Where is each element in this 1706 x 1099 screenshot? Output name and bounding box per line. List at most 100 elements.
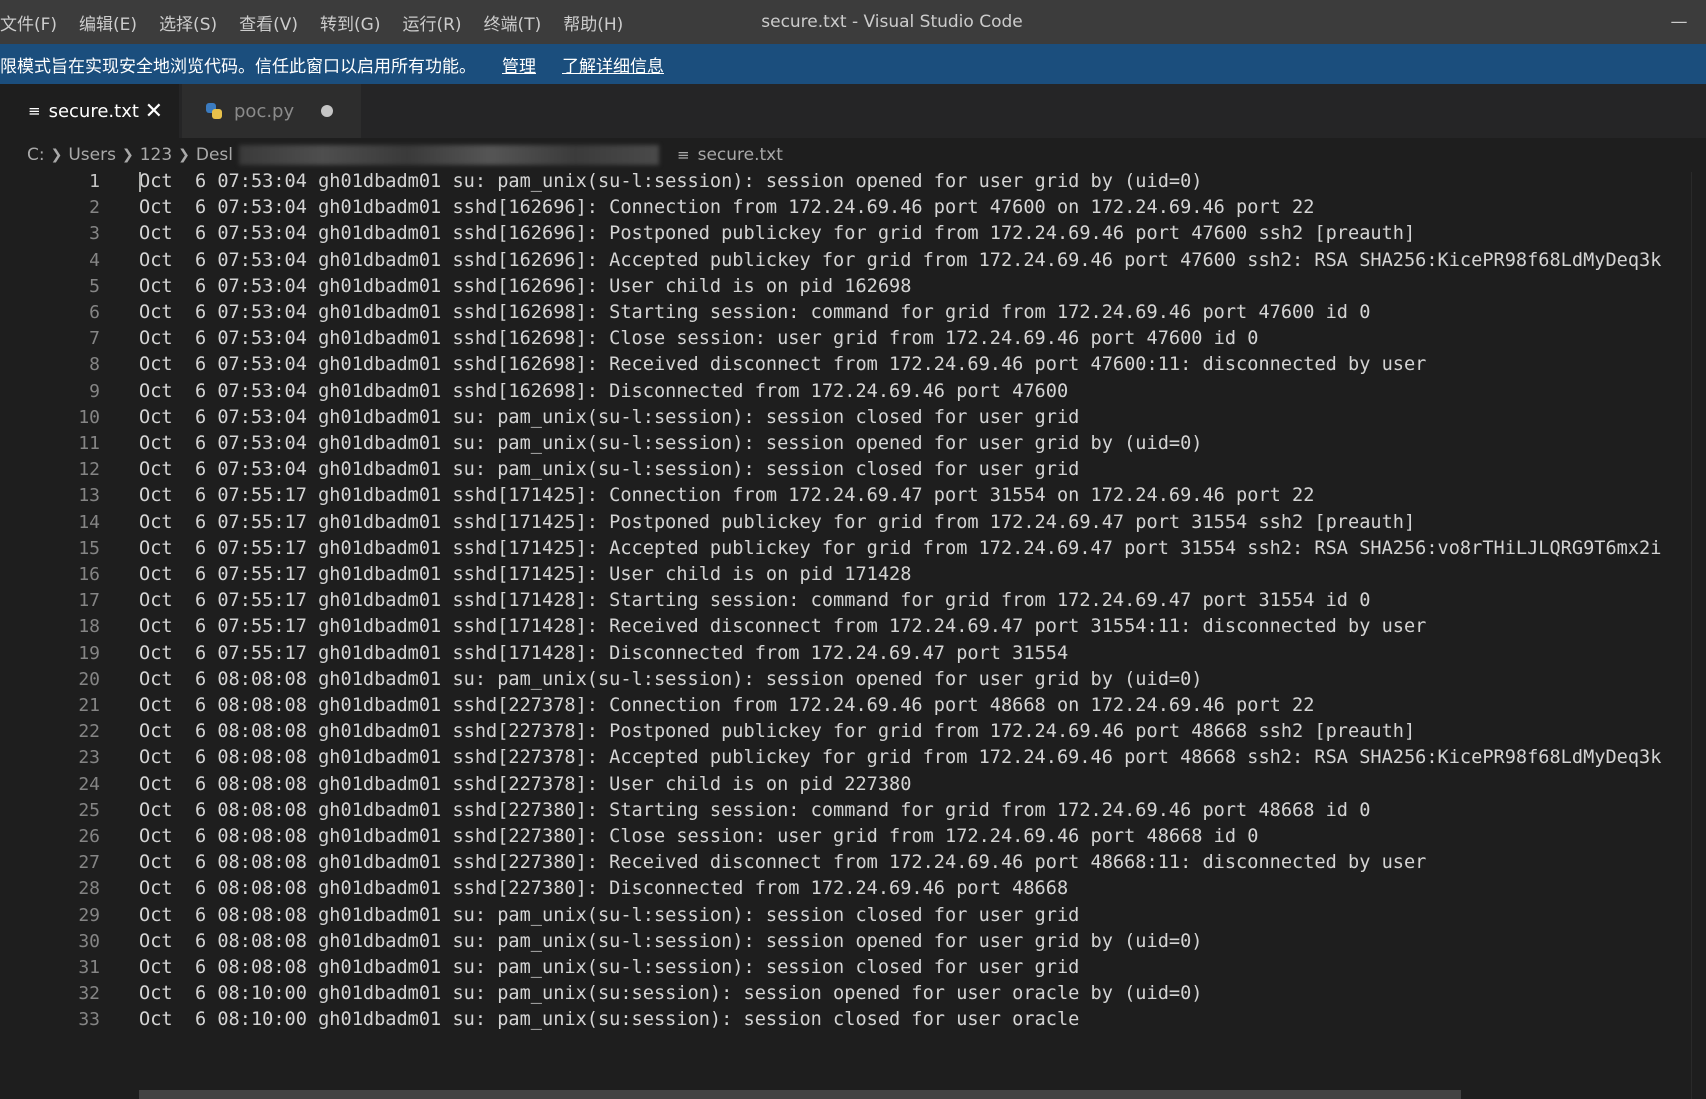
line-text: Oct 6 08:08:08 gh01dbadm01 sshd[227380]:… [139, 878, 1069, 900]
text-cursor [139, 172, 141, 193]
menu-go[interactable]: 转到(G) [309, 0, 391, 44]
code-line[interactable]: 20 Oct 6 08:08:08 gh01dbadm01 su: pam_uni… [0, 667, 1706, 693]
menu-terminal[interactable]: 终端(T) [473, 0, 553, 44]
line-text: Oct 6 08:08:08 gh01dbadm01 su: pam_unix(… [139, 930, 1203, 952]
tab-label: secure.txt [48, 100, 139, 122]
code-line[interactable]: 27 Oct 6 08:08:08 gh01dbadm01 sshd[227380… [0, 850, 1706, 876]
line-text: Oct 6 07:55:17 gh01dbadm01 sshd[171425]:… [139, 511, 1416, 533]
line-text: Oct 6 07:55:17 gh01dbadm01 sshd[171425]:… [139, 564, 912, 585]
breadcrumb-file[interactable]: secure.txt [698, 145, 783, 165]
code-line[interactable]: 5 Oct 6 07:53:04 gh01dbadm01 sshd[162696]… [0, 274, 1706, 300]
code-line[interactable]: 18 Oct 6 07:55:17 gh01dbadm01 sshd[171428… [0, 614, 1706, 640]
line-number: 21 [78, 695, 100, 716]
line-number: 16 [78, 564, 100, 585]
line-text: Oct 6 07:53:04 gh01dbadm01 su: pam_unix(… [139, 172, 1203, 192]
code-line[interactable]: 22 Oct 6 08:08:08 gh01dbadm01 sshd[227378… [0, 719, 1706, 745]
breadcrumb-user-folder[interactable]: 123 [140, 145, 172, 165]
learn-more-link[interactable]: 了解详细信息 [562, 52, 664, 77]
code-line[interactable]: 12 Oct 6 07:53:04 gh01dbadm01 su: pam_uni… [0, 457, 1706, 483]
line-number: 22 [78, 721, 100, 743]
line-number: 10 [78, 406, 100, 428]
line-number: 20 [78, 668, 100, 690]
tab-secure-txt[interactable]: ≡ secure.txt ✕ [0, 84, 179, 138]
code-line[interactable]: 31 Oct 6 08:08:08 gh01dbadm01 su: pam_uni… [0, 955, 1706, 981]
line-number: 15 [78, 537, 100, 559]
menu-selection[interactable]: 选择(S) [148, 0, 228, 44]
line-text: Oct 6 07:53:04 gh01dbadm01 sshd[162698]:… [139, 380, 1069, 402]
code-line[interactable]: 30 Oct 6 08:08:08 gh01dbadm01 su: pam_uni… [0, 929, 1706, 955]
line-number: 4 [89, 249, 100, 271]
code-line[interactable]: 13 Oct 6 07:55:17 gh01dbadm01 sshd[171425… [0, 483, 1706, 509]
code-line[interactable]: 29 Oct 6 08:08:08 gh01dbadm01 su: pam_uni… [0, 903, 1706, 929]
menu-run[interactable]: 运行(R) [391, 0, 472, 44]
editor-pane[interactable]: 1 Oct 6 07:53:04 gh01dbadm01 su: pam_unix… [0, 172, 1706, 1099]
horizontal-scrollbar-thumb[interactable] [139, 1090, 1461, 1099]
line-text: Oct 6 08:08:08 gh01dbadm01 su: pam_unix(… [139, 957, 1080, 978]
python-icon [206, 103, 222, 119]
code-line[interactable]: 6 Oct 6 07:53:04 gh01dbadm01 sshd[162698]… [0, 300, 1706, 326]
code-line[interactable]: 8 Oct 6 07:53:04 gh01dbadm01 sshd[162698]… [0, 352, 1706, 378]
line-number: 6 [89, 302, 100, 323]
banner-message: 限模式旨在实现安全地浏览代码。信任此窗口以启用所有功能。 [0, 56, 476, 77]
code-line[interactable]: 21 Oct 6 08:08:08 gh01dbadm01 sshd[227378… [0, 693, 1706, 719]
close-icon[interactable]: ✕ [145, 99, 163, 124]
code-line[interactable]: 17 Oct 6 07:55:17 gh01dbadm01 sshd[171428… [0, 588, 1706, 614]
code-line[interactable]: 9 Oct 6 07:53:04 gh01dbadm01 sshd[162698]… [0, 379, 1706, 405]
line-text: Oct 6 08:08:08 gh01dbadm01 sshd[227380]:… [139, 826, 1259, 847]
line-number: 30 [78, 930, 100, 952]
code-line[interactable]: 1 Oct 6 07:53:04 gh01dbadm01 su: pam_unix… [0, 172, 1706, 195]
line-number: 24 [78, 773, 100, 795]
line-text: Oct 6 08:10:00 gh01dbadm01 su: pam_unix(… [139, 983, 1203, 1005]
minimize-icon: — [1670, 12, 1688, 32]
line-number: 9 [89, 380, 100, 402]
code-line[interactable]: 25 Oct 6 08:08:08 gh01dbadm01 sshd[227380… [0, 798, 1706, 824]
minimize-button[interactable]: — [1656, 0, 1702, 44]
code-line[interactable]: 23 Oct 6 08:08:08 gh01dbadm01 sshd[227378… [0, 745, 1706, 771]
line-text: Oct 6 07:55:17 gh01dbadm01 sshd[171425]:… [139, 485, 1315, 507]
line-text: Oct 6 08:08:08 gh01dbadm01 sshd[227378]:… [139, 747, 1662, 769]
line-number: 1 [89, 172, 100, 192]
chevron-right-icon: ❯ [50, 147, 63, 163]
line-number: 2 [89, 197, 100, 219]
code-line[interactable]: 19 Oct 6 07:55:17 gh01dbadm01 sshd[171428… [0, 641, 1706, 667]
code-line[interactable]: 10 Oct 6 07:53:04 gh01dbadm01 su: pam_uni… [0, 405, 1706, 431]
line-text: Oct 6 07:53:04 gh01dbadm01 sshd[162696]:… [139, 249, 1662, 271]
code-line[interactable]: 26 Oct 6 08:08:08 gh01dbadm01 sshd[227380… [0, 824, 1706, 850]
code-line[interactable]: 15 Oct 6 07:55:17 gh01dbadm01 sshd[171425… [0, 536, 1706, 562]
line-text: Oct 6 07:53:04 gh01dbadm01 sshd[162696]:… [139, 275, 912, 297]
unsaved-dot-icon[interactable] [321, 105, 333, 117]
vertical-scrollbar[interactable] [1691, 172, 1706, 1099]
code-line[interactable]: 3 Oct 6 07:53:04 gh01dbadm01 sshd[162696]… [0, 221, 1706, 247]
code-line[interactable]: 24 Oct 6 08:08:08 gh01dbadm01 sshd[227378… [0, 772, 1706, 798]
breadcrumb-users[interactable]: Users [68, 145, 116, 165]
line-number: 18 [78, 616, 100, 638]
line-number: 14 [78, 511, 100, 533]
line-number: 29 [78, 904, 100, 926]
line-text: Oct 6 07:53:04 gh01dbadm01 su: pam_unix(… [139, 459, 1080, 481]
menu-file[interactable]: 文件(F) [0, 0, 68, 44]
code-line[interactable]: 4 Oct 6 07:53:04 gh01dbadm01 sshd[162696]… [0, 248, 1706, 274]
text-file-icon: ≡ [28, 102, 41, 120]
code-line[interactable]: 28 Oct 6 08:08:08 gh01dbadm01 sshd[227380… [0, 876, 1706, 902]
code-line[interactable]: 7 Oct 6 07:53:04 gh01dbadm01 sshd[162698]… [0, 326, 1706, 352]
manage-link[interactable]: 管理 [502, 52, 536, 77]
code-line[interactable]: 32 Oct 6 08:10:00 gh01dbadm01 su: pam_uni… [0, 981, 1706, 1007]
code-line[interactable]: 11 Oct 6 07:53:04 gh01dbadm01 su: pam_uni… [0, 431, 1706, 457]
menu-bar: 文件(F) 编辑(E) 选择(S) 查看(V) 转到(G) 运行(R) 终端(T… [0, 0, 634, 44]
line-number: 27 [78, 852, 100, 874]
line-text: Oct 6 08:08:08 gh01dbadm01 su: pam_unix(… [139, 668, 1203, 690]
menu-help[interactable]: 帮助(H) [552, 0, 634, 44]
breadcrumb-drive[interactable]: C: [27, 145, 45, 165]
tab-poc-py[interactable]: poc.py [182, 84, 361, 138]
tab-label: poc.py [234, 100, 295, 122]
code-line[interactable]: 2 Oct 6 07:53:04 gh01dbadm01 sshd[162696]… [0, 195, 1706, 221]
breadcrumb-desktop[interactable]: Desl [196, 145, 233, 165]
line-text: Oct 6 07:53:04 gh01dbadm01 sshd[162696]:… [139, 223, 1416, 245]
code-line[interactable]: 33 Oct 6 08:10:00 gh01dbadm01 su: pam_uni… [0, 1007, 1706, 1033]
menu-view[interactable]: 查看(V) [228, 0, 309, 44]
menu-edit[interactable]: 编辑(E) [68, 0, 148, 44]
code-line[interactable]: 14 Oct 6 07:55:17 gh01dbadm01 sshd[171425… [0, 510, 1706, 536]
code-line[interactable]: 16 Oct 6 07:55:17 gh01dbadm01 sshd[171425… [0, 562, 1706, 588]
breadcrumb: C: ❯ Users ❯ 123 ❯ Desl ≡ secure.txt [0, 138, 1706, 172]
line-text: Oct 6 07:55:17 gh01dbadm01 sshd[171428]:… [139, 590, 1371, 612]
